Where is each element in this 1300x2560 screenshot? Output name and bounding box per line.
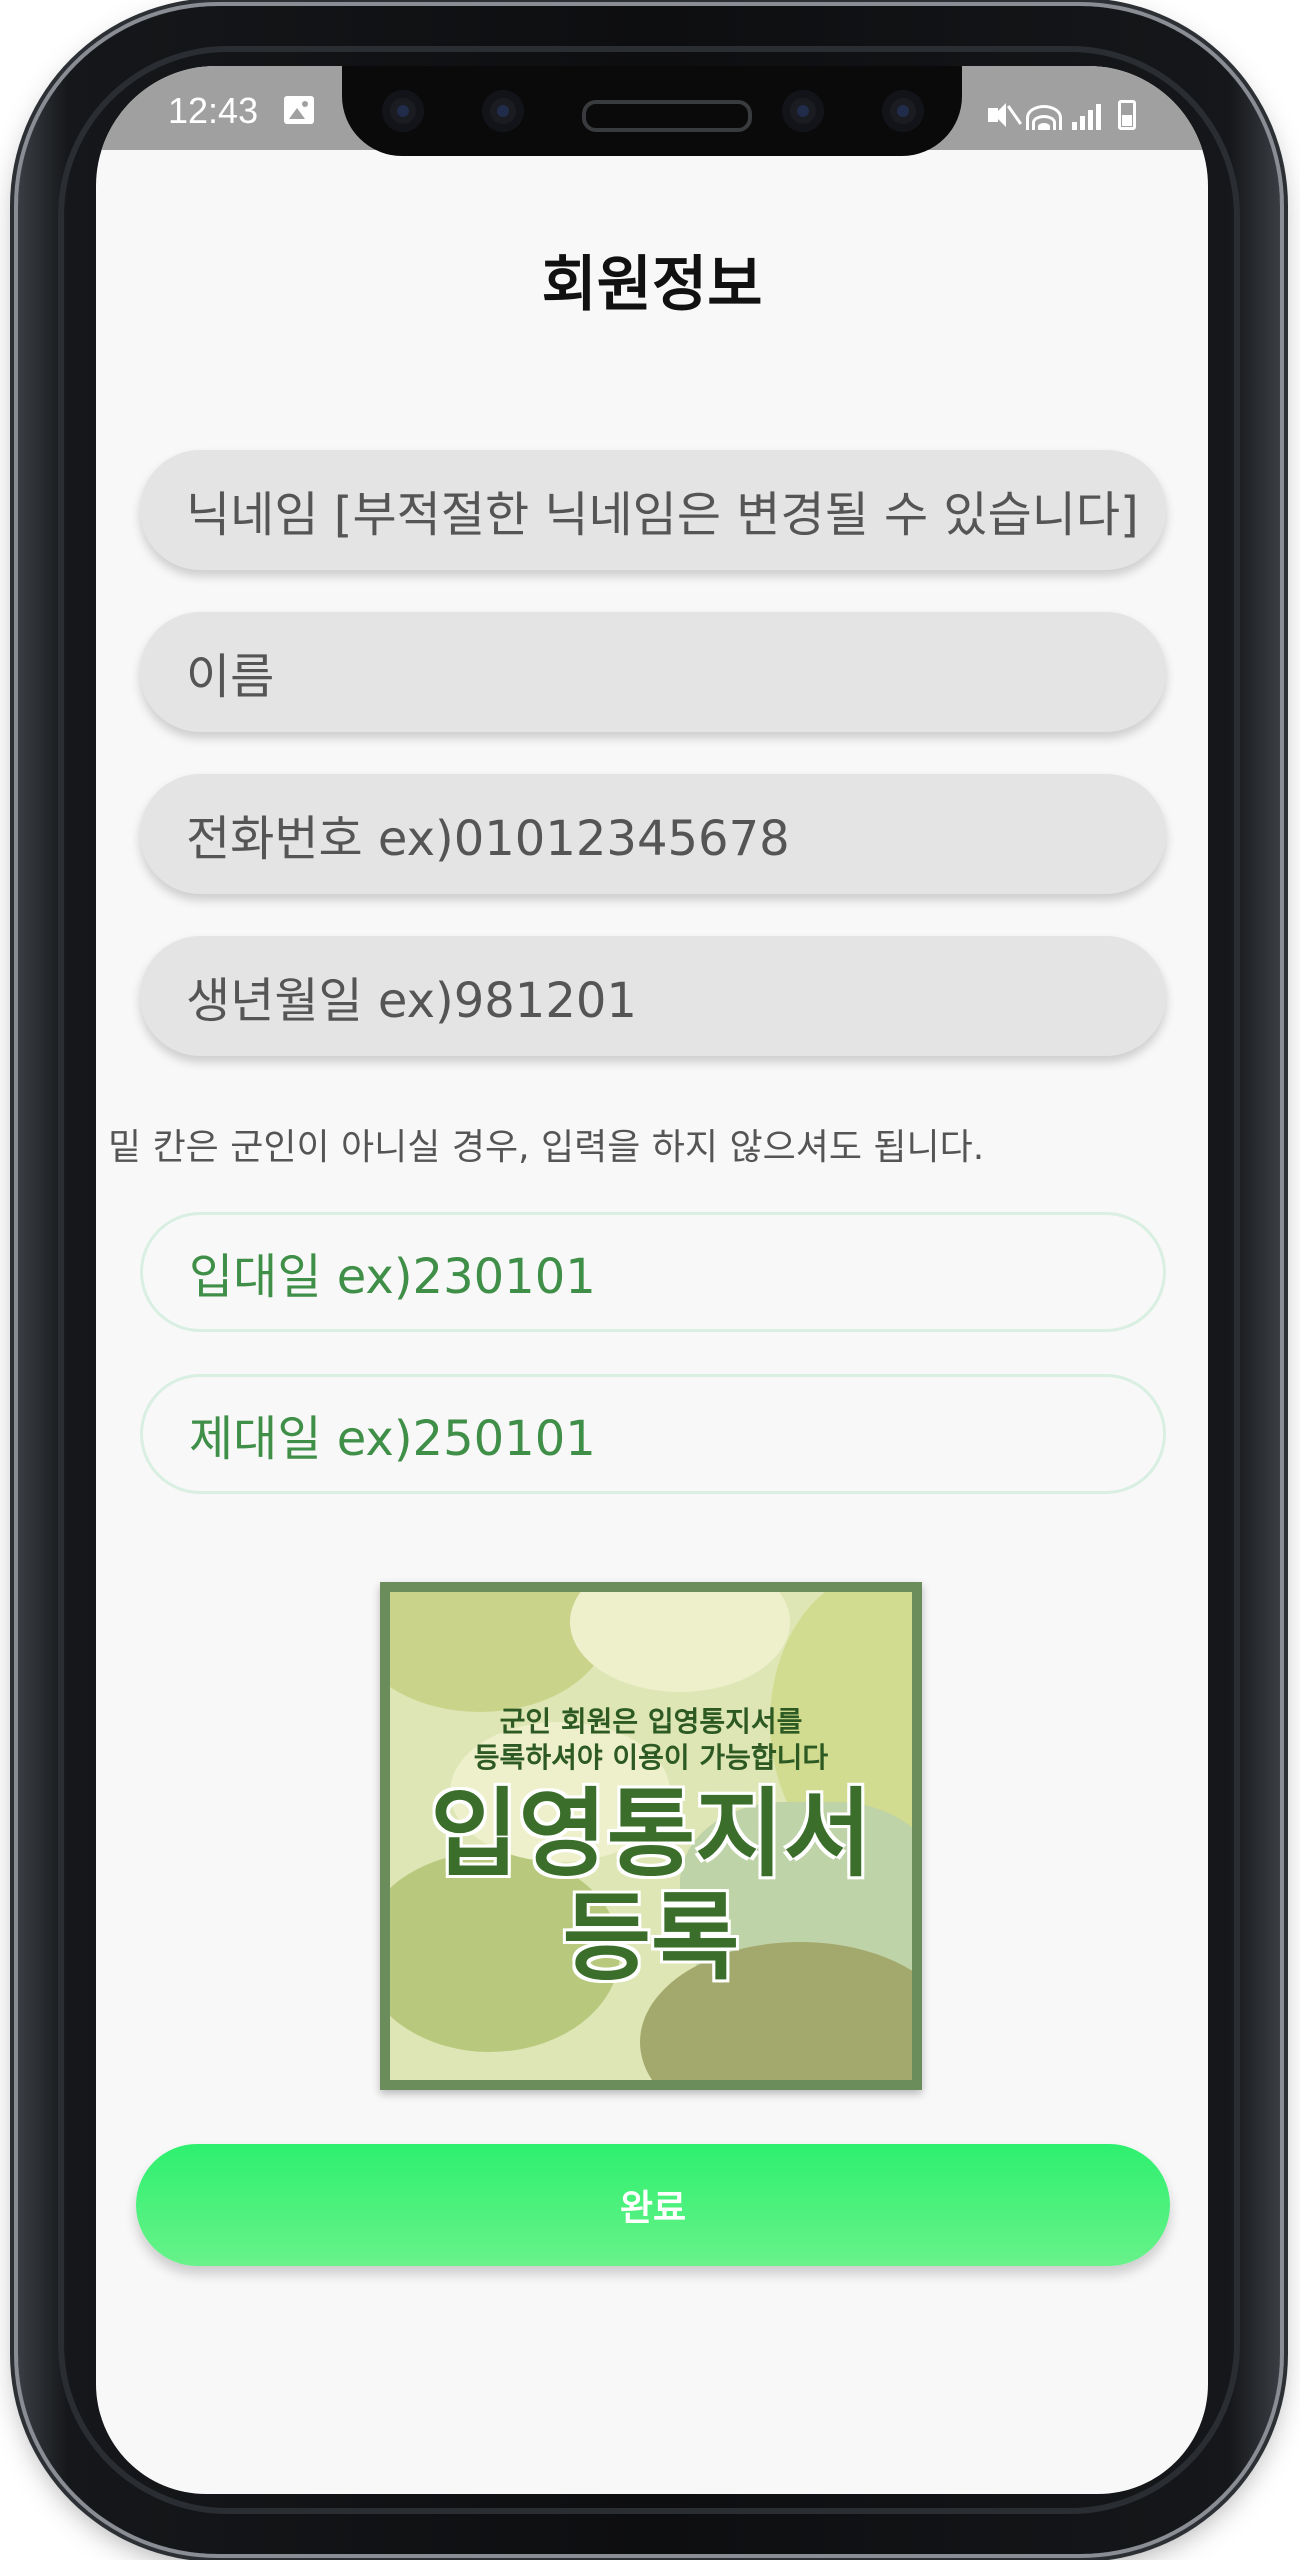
poster-heading-line-2: 등록 bbox=[562, 1882, 740, 1994]
draft-notice-upload-button[interactable]: 군인 회원은 입영통지서를 등록하셔야 이용이 가능합니다 입영통지서 등록 bbox=[380, 1582, 922, 2090]
enlistment-date-field[interactable]: 입대일 ex)230101 bbox=[140, 1212, 1166, 1332]
phone-field[interactable]: 전화번호 ex)01012345678 bbox=[140, 774, 1166, 894]
poster-line-1: 군인 회원은 입영통지서를 bbox=[499, 1705, 803, 1738]
status-time: 12:43 bbox=[168, 90, 259, 131]
status-icons bbox=[986, 90, 1136, 130]
camera-notch bbox=[342, 66, 962, 156]
mute-icon bbox=[986, 100, 1023, 130]
military-note: 밑 칸은 군인이 아니실 경우, 입력을 하지 않으셔도 됩니다. bbox=[108, 1127, 985, 1168]
image-icon bbox=[284, 96, 314, 124]
phone-screen: 12:43 회원정보 닉네임 [부적절한 닉네임은 변경될 수 있습니다] 이름… bbox=[96, 66, 1208, 2494]
battery-icon bbox=[1118, 100, 1136, 130]
page-title: 회원정보 bbox=[541, 250, 763, 320]
earpiece-speaker bbox=[582, 100, 752, 132]
camera-lens-icon bbox=[782, 90, 824, 132]
discharge-date-field[interactable]: 제대일 ex)250101 bbox=[140, 1374, 1166, 1494]
wifi-icon bbox=[1026, 100, 1062, 130]
sensor-icon bbox=[482, 90, 524, 132]
poster-line-2: 등록하셔야 이용이 가능합니다 bbox=[473, 1741, 829, 1774]
camera-lens-icon bbox=[882, 90, 924, 132]
birthdate-field[interactable]: 생년월일 ex)981201 bbox=[140, 936, 1166, 1056]
signal-icon bbox=[1072, 100, 1108, 130]
front-camera-icon bbox=[382, 90, 424, 132]
name-field[interactable]: 이름 bbox=[140, 612, 1166, 732]
poster-heading: 입영통지서 등록 bbox=[390, 1782, 912, 1990]
nickname-field[interactable]: 닉네임 [부적절한 닉네임은 변경될 수 있습니다] bbox=[140, 450, 1166, 570]
poster-subtitle: 군인 회원은 입영통지서를 등록하셔야 이용이 가능합니다 bbox=[390, 1704, 912, 1776]
submit-button[interactable]: 완료 bbox=[136, 2144, 1170, 2266]
poster-heading-line-1: 입영통지서 bbox=[430, 1778, 872, 1890]
camo-blob bbox=[570, 1592, 790, 1692]
